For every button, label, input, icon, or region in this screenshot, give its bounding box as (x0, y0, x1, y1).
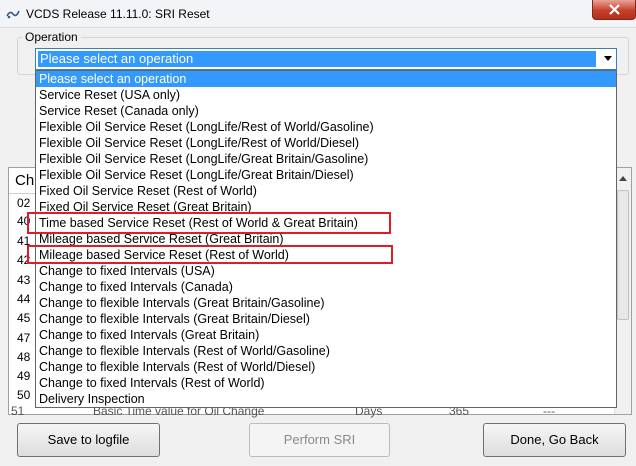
operation-option[interactable]: Change to fixed Intervals (USA) (36, 263, 616, 279)
operation-option[interactable]: Please select an operation (36, 71, 616, 87)
operation-select[interactable]: Please select an operation (35, 48, 617, 70)
operation-option[interactable]: Flexible Oil Service Reset (LongLife/Gre… (36, 151, 616, 167)
scroll-up-icon[interactable] (619, 176, 627, 181)
operation-option[interactable]: Delivery Inspection (36, 391, 616, 407)
operation-option[interactable]: Change to fixed Intervals (Great Britain… (36, 327, 616, 343)
save-to-logfile-button[interactable]: Save to logfile (17, 423, 160, 457)
operation-option[interactable]: Flexible Oil Service Reset (LongLife/Res… (36, 135, 616, 151)
perform-sri-button[interactable]: Perform SRI (249, 423, 390, 457)
highlight-box-time-based (27, 212, 391, 234)
operation-label: Operation (22, 30, 81, 44)
operation-option[interactable]: Change to fixed Intervals (Rest of World… (36, 375, 616, 391)
operation-option[interactable]: Flexible Oil Service Reset (LongLife/Gre… (36, 167, 616, 183)
title-bar: VCDS Release 11.11.0: SRI Reset (0, 0, 636, 28)
operation-option[interactable]: Service Reset (Canada only) (36, 103, 616, 119)
window-title: VCDS Release 11.11.0: SRI Reset (26, 7, 210, 21)
highlight-box-mileage-based (27, 245, 393, 264)
operation-option[interactable]: Change to flexible Intervals (Rest of Wo… (36, 343, 616, 359)
operation-option[interactable]: Change to flexible Intervals (Great Brit… (36, 311, 616, 327)
done-go-back-button[interactable]: Done, Go Back (483, 423, 626, 457)
operation-dropdown-list[interactable]: Please select an operation Service Reset… (35, 70, 617, 408)
table-header-partial: Ch (15, 172, 35, 189)
vcds-app-icon (6, 10, 20, 19)
scroll-thumb[interactable] (617, 190, 629, 320)
row-number: 51 (11, 404, 25, 418)
operation-option[interactable]: Change to fixed Intervals (Canada) (36, 279, 616, 295)
operation-option[interactable]: Flexible Oil Service Reset (LongLife/Res… (36, 119, 616, 135)
operation-select-value: Please select an operation (38, 51, 596, 67)
close-button[interactable] (592, 0, 636, 20)
close-icon (609, 4, 620, 15)
operation-option[interactable]: Change to flexible Intervals (Great Brit… (36, 295, 616, 311)
operation-option[interactable]: Fixed Oil Service Reset (Rest of World) (36, 183, 616, 199)
operation-option[interactable]: Service Reset (USA only) (36, 87, 616, 103)
operation-option[interactable]: Change to flexible Intervals (Rest of Wo… (36, 359, 616, 375)
chevron-down-icon[interactable] (604, 56, 612, 61)
